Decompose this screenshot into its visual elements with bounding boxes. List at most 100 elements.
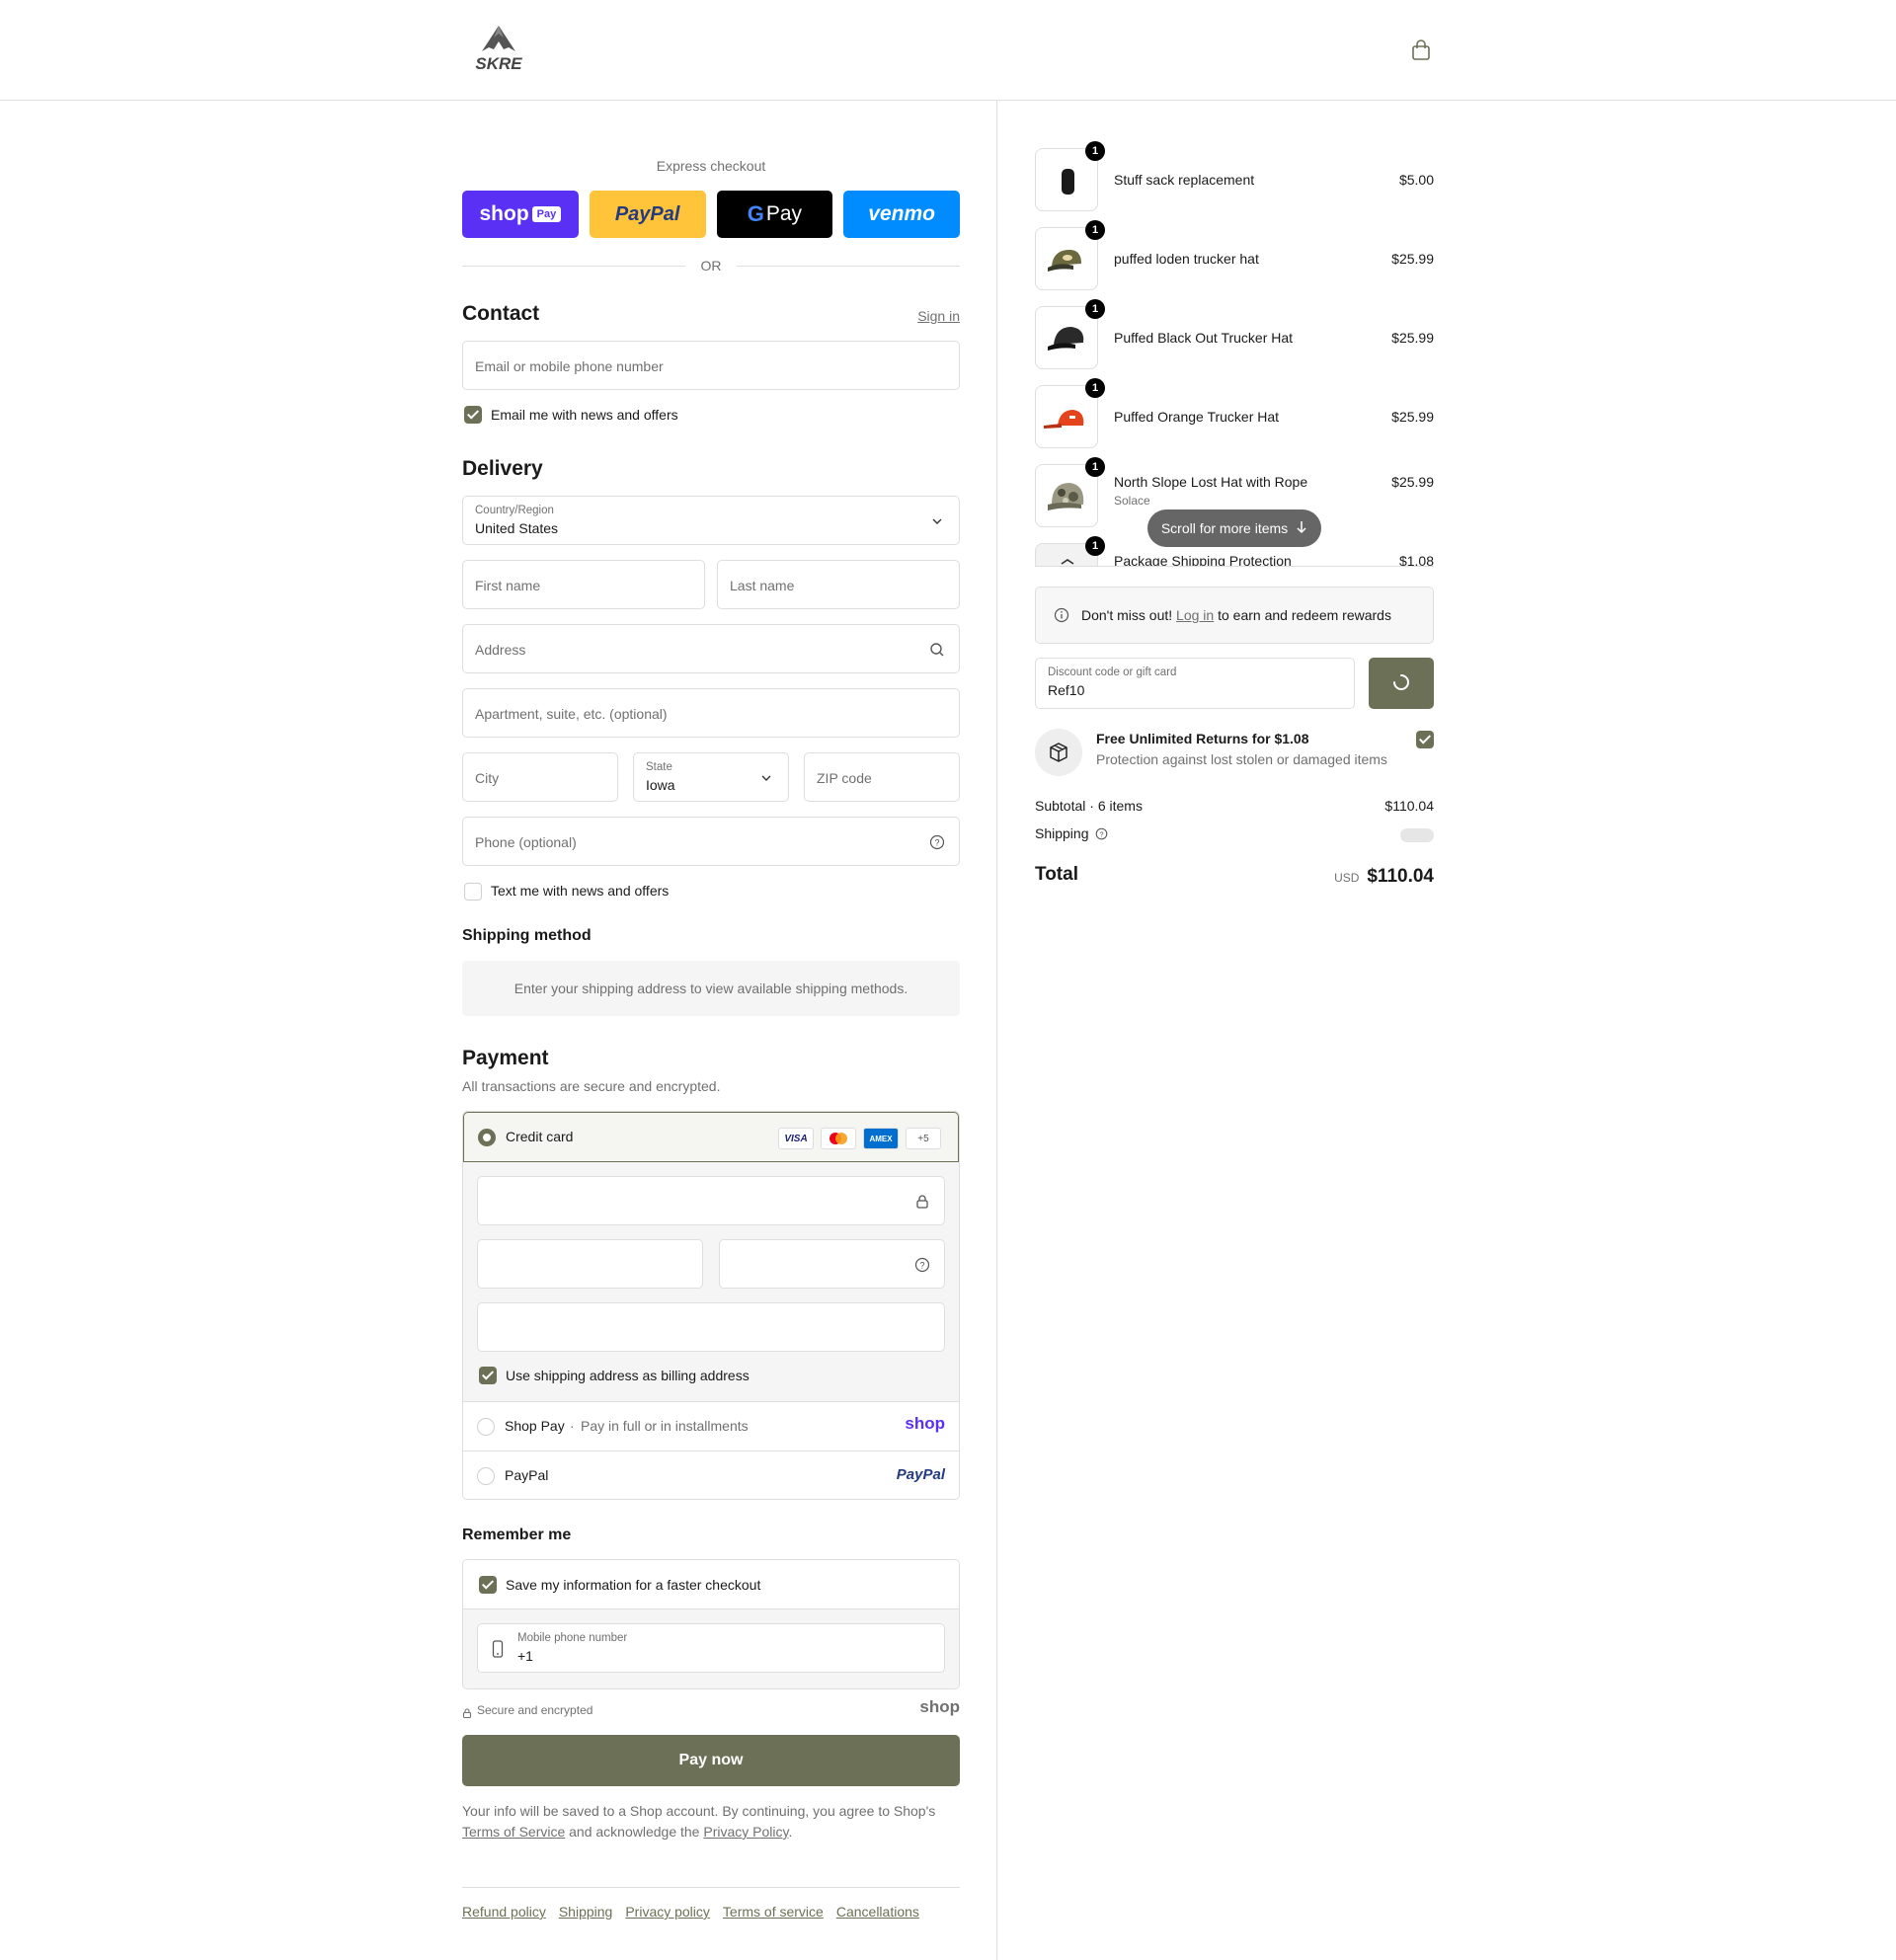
shop-pay-button[interactable]: shop Pay [462, 191, 579, 238]
discount-field[interactable]: Discount code or gift card Ref10 [1035, 658, 1355, 709]
billing-same-checkbox[interactable] [479, 1367, 497, 1384]
shop-pay-label: shop [479, 202, 529, 225]
item-name: North Slope Lost Hat with Rope [1114, 474, 1308, 490]
credit-card-form: ? Use shipping address as billing addres… [463, 1162, 959, 1401]
shop-pay-subtitle: Pay in full or in installments [581, 1418, 749, 1434]
quantity-badge: 1 [1085, 378, 1105, 398]
svg-text:?: ? [1100, 829, 1104, 838]
apply-discount-button[interactable] [1369, 658, 1434, 709]
last-name-field[interactable]: Last name [717, 560, 960, 609]
shipping-policy-link[interactable]: Shipping [559, 1904, 613, 1920]
chevron-down-icon [929, 513, 945, 529]
cart-items-list[interactable]: 1 Stuff sack replacement $5.00 1 puffed … [1035, 140, 1434, 567]
product-thumbnail: 1 [1035, 457, 1105, 527]
shop-terms-link[interactable]: Terms of Service [462, 1824, 565, 1840]
shop-privacy-link[interactable]: Privacy Policy [703, 1824, 788, 1840]
arrow-down-icon [1296, 520, 1307, 537]
search-icon [929, 642, 945, 658]
address-placeholder: Address [475, 642, 526, 658]
help-circle-icon[interactable]: ? [1095, 827, 1108, 843]
credit-card-option[interactable]: Credit card VISA AMEX +5 [463, 1112, 959, 1162]
shipping-label: Shipping [1035, 825, 1089, 841]
country-value: United States [475, 520, 559, 536]
help-circle-icon[interactable]: ? [914, 1257, 930, 1276]
rewards-login-link[interactable]: Log in [1176, 607, 1214, 623]
name-on-card-input[interactable] [477, 1302, 945, 1352]
refund-policy-link[interactable]: Refund policy [462, 1904, 546, 1920]
quantity-badge: 1 [1085, 457, 1105, 477]
pay-now-button[interactable]: Pay now [462, 1735, 960, 1786]
remember-me-heading: Remember me [462, 1527, 572, 1543]
credit-card-label: Credit card [506, 1129, 574, 1144]
shop-pay-option[interactable]: Shop Pay · Pay in full or in installment… [463, 1401, 959, 1450]
rewards-text: Don't miss out! Log in to earn and redee… [1081, 607, 1391, 623]
payment-subtitle: All transactions are secure and encrypte… [462, 1078, 721, 1094]
subtotal-row: Subtotal · 6 items $110.04 [1035, 798, 1434, 814]
mobile-phone-icon [492, 1640, 504, 1661]
package-icon [1035, 729, 1082, 776]
shop-pay-badge: Pay [531, 206, 562, 222]
terms-of-service-link[interactable]: Terms of service [723, 1904, 824, 1920]
item-price: $1.08 [1398, 553, 1434, 567]
scroll-more-button[interactable]: Scroll for more items [1147, 510, 1321, 547]
currency-code: USD [1334, 871, 1360, 885]
quantity-badge: 1 [1085, 141, 1105, 161]
rewards-pre: Don't miss out! [1081, 607, 1173, 623]
phone-field[interactable]: Phone (optional) ? [462, 817, 960, 866]
contact-heading: Contact [462, 302, 540, 325]
item-name: Puffed Black Out Trucker Hat [1114, 330, 1294, 346]
email-optin-checkbox[interactable] [464, 406, 482, 424]
credit-card-radio[interactable] [478, 1129, 496, 1146]
item-price: $25.99 [1391, 474, 1434, 490]
discount-value: Ref10 [1048, 682, 1085, 698]
mobile-phone-input[interactable]: Mobile phone number +1 [477, 1623, 945, 1673]
security-code-input[interactable]: ? [719, 1239, 945, 1289]
product-thumbnail: 1 [1035, 378, 1105, 448]
protection-checkbox[interactable] [1416, 731, 1434, 748]
email-field[interactable]: Email or mobile phone number [462, 341, 960, 390]
apartment-field[interactable]: Apartment, suite, etc. (optional) [462, 688, 960, 738]
product-thumbnail: 1 [1035, 299, 1105, 369]
total-label: Total [1035, 864, 1078, 885]
more-brands-badge: +5 [906, 1128, 941, 1149]
help-circle-icon[interactable]: ? [929, 834, 945, 850]
city-field[interactable]: City [462, 752, 618, 802]
country-select[interactable]: Country/Region United States [462, 496, 960, 545]
sign-in-link[interactable]: Sign in [917, 308, 960, 324]
state-label: State [646, 761, 672, 773]
address-field[interactable]: Address [462, 624, 960, 673]
save-info-row[interactable]: Save my information for a faster checkou… [463, 1560, 959, 1609]
card-number-input[interactable] [477, 1176, 945, 1225]
shipping-row: Shipping ? [1035, 825, 1434, 843]
skre-logo[interactable]: SKRE [462, 24, 535, 73]
column-divider [996, 101, 997, 1960]
paypal-button[interactable]: PayPal [589, 191, 706, 238]
amex-label: AMEX [869, 1134, 893, 1143]
info-icon [1054, 607, 1069, 626]
venmo-button[interactable]: venmo [843, 191, 960, 238]
zip-field[interactable]: ZIP code [804, 752, 960, 802]
paypal-option[interactable]: PayPal PayPal [463, 1450, 959, 1499]
google-pay-button[interactable]: G Pay [716, 191, 833, 238]
paypal-radio[interactable] [477, 1467, 495, 1485]
shopping-bag-icon[interactable] [1410, 39, 1432, 61]
save-info-checkbox[interactable] [479, 1576, 497, 1594]
billing-same-label: Use shipping address as billing address [506, 1368, 750, 1383]
privacy-policy-link[interactable]: Privacy policy [625, 1904, 710, 1920]
item-price: $25.99 [1391, 330, 1434, 346]
sms-optin-label: Text me with news and offers [491, 883, 670, 899]
expiration-input[interactable] [477, 1239, 703, 1289]
first-name-field[interactable]: First name [462, 560, 705, 609]
legal-line1: Your info will be saved to a Shop accoun… [462, 1803, 936, 1819]
save-info-label: Save my information for a faster checkou… [506, 1577, 761, 1593]
cancellations-link[interactable]: Cancellations [836, 1904, 919, 1920]
country-label: Country/Region [475, 505, 554, 516]
shop-pay-radio[interactable] [477, 1418, 495, 1436]
state-select[interactable]: State Iowa [633, 752, 789, 802]
loading-spinner-icon [1391, 672, 1411, 695]
scroll-more-label: Scroll for more items [1160, 520, 1289, 536]
item-name: Package Shipping Protection [1114, 553, 1292, 567]
small-lock-icon [462, 1705, 472, 1721]
sms-optin-checkbox[interactable] [464, 883, 482, 901]
cart-item: 1 Puffed Orange Trucker Hat $25.99 [1035, 378, 1434, 448]
